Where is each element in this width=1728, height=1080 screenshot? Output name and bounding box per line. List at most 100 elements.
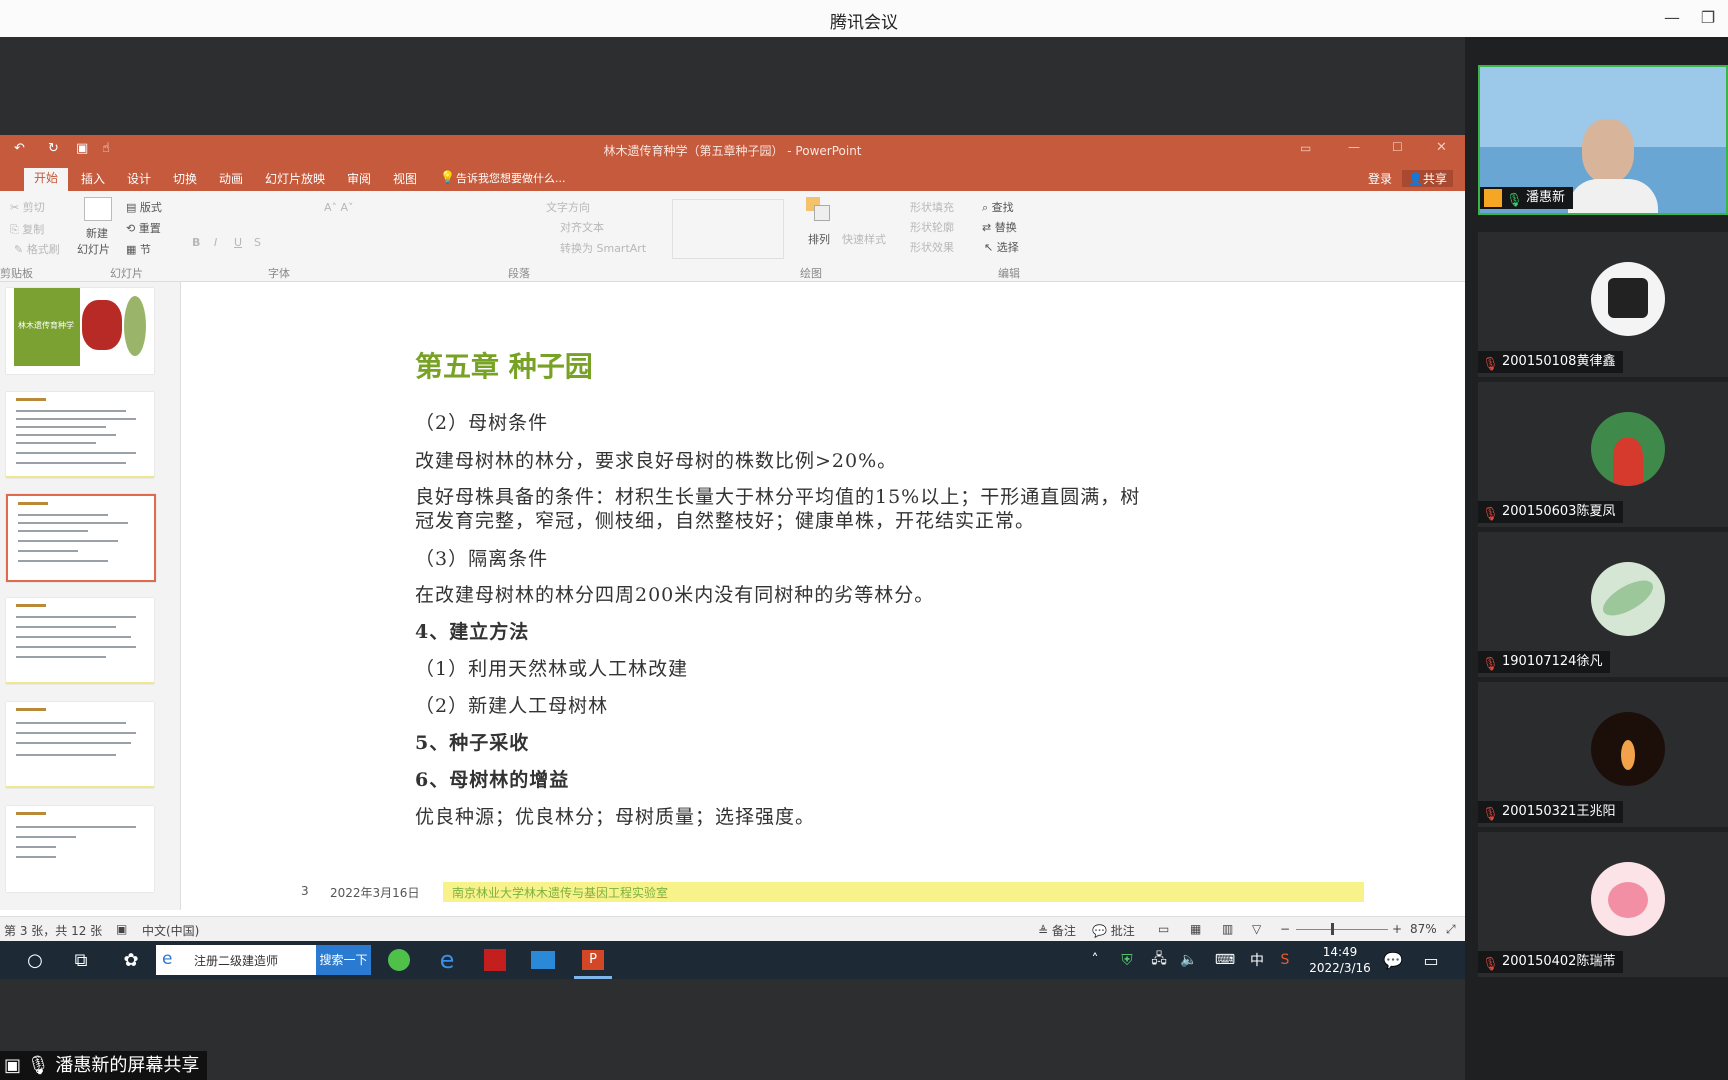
language[interactable]: 中文(中国): [142, 922, 199, 939]
find-button[interactable]: ⌕ 查找: [982, 199, 1014, 215]
normal-view-icon[interactable]: ▭: [1158, 922, 1169, 936]
taskbar-clock[interactable]: 14:49 2022/3/16: [1300, 944, 1380, 976]
360-browser-icon[interactable]: [382, 945, 416, 975]
notification-icon[interactable]: 💬: [1376, 945, 1410, 975]
vertical-scrollbar[interactable]: [1453, 275, 1465, 905]
sogou-ime-icon[interactable]: S: [1268, 945, 1302, 975]
tray-chevron-icon[interactable]: ˄: [1078, 945, 1112, 975]
acrobat-icon[interactable]: [478, 945, 512, 975]
participant-tile[interactable]: 🎙 190107124徐凡: [1478, 532, 1728, 677]
bold-icon[interactable]: B: [192, 236, 200, 249]
arrange-label[interactable]: 排列: [808, 231, 830, 247]
shape-outline-button[interactable]: 形状轮廓: [910, 219, 954, 235]
tab-review[interactable]: 审阅: [347, 170, 371, 187]
browser-search-input[interactable]: e 注册二级建造师: [156, 945, 316, 975]
participant-tile[interactable]: 🎙 200150321王兆阳: [1478, 682, 1728, 827]
slide-thumbnail-3-selected[interactable]: [6, 494, 156, 582]
tab-transitions[interactable]: 切换: [173, 170, 197, 187]
shadow-icon[interactable]: S: [254, 236, 261, 249]
copy-button[interactable]: ⎘ 复制: [10, 221, 44, 237]
layout-button[interactable]: ▤ 版式: [126, 199, 162, 215]
slide-thumbnail-4[interactable]: [6, 598, 154, 684]
tab-insert[interactable]: 插入: [81, 170, 105, 187]
participant-tile[interactable]: 🎙 200150603陈夏凤: [1478, 382, 1728, 527]
ribbon-display-icon[interactable]: ▭: [1300, 141, 1311, 155]
fit-window-icon[interactable]: ⤢: [1446, 922, 1456, 937]
ppt-close-icon[interactable]: ✕: [1436, 140, 1447, 155]
underline-icon[interactable]: U: [234, 236, 242, 249]
share-button[interactable]: 👤共享: [1402, 170, 1453, 187]
search-button[interactable]: 搜索一下: [316, 945, 371, 975]
slideshow-view-icon[interactable]: ▽: [1252, 922, 1261, 936]
zoom-out-icon[interactable]: −: [1280, 922, 1290, 936]
slide-thumbnail-1[interactable]: 林木遗传育种学: [6, 288, 154, 374]
text-direction-button[interactable]: 文字方向: [546, 199, 590, 215]
participant-tile[interactable]: 🎙 200150402陈瑞芾: [1478, 832, 1728, 977]
participant-tile[interactable]: 🎙 200150108黄律鑫: [1478, 232, 1728, 377]
tab-design[interactable]: 设计: [127, 170, 151, 187]
app-pinwheel-icon[interactable]: ✿: [114, 945, 148, 975]
slide-thumbnail-6[interactable]: [6, 806, 154, 892]
photos-icon[interactable]: [526, 945, 560, 975]
new-slide-label[interactable]: 新建: [86, 225, 108, 241]
thumb-line: [16, 732, 136, 734]
group-drawing: 绘图: [800, 267, 822, 280]
edge-icon[interactable]: e: [430, 945, 464, 975]
slide-thumbnail-2[interactable]: [6, 392, 154, 478]
shapes-gallery[interactable]: [672, 199, 784, 259]
cut-button[interactable]: ✂ 剪切: [10, 199, 45, 215]
keyboard-icon[interactable]: ⌨: [1208, 945, 1242, 975]
participant-name: 200150321王兆阳: [1502, 804, 1616, 819]
ppt-maximize-icon[interactable]: ☐: [1392, 140, 1403, 154]
share-owner-label: 潘惠新的屏幕共享: [55, 1055, 200, 1076]
tell-me-box[interactable]: 告诉我您想要做什么...: [456, 170, 566, 186]
thumb-line: [18, 522, 128, 524]
arrange-icon[interactable]: [806, 197, 832, 223]
task-view-icon[interactable]: ⧉: [64, 945, 98, 975]
zoom-level[interactable]: 87%: [1410, 922, 1437, 936]
slide-date: 2022年3月16日: [330, 886, 420, 900]
sorter-view-icon[interactable]: ▦: [1190, 922, 1201, 936]
quick-styles-label[interactable]: 快速样式: [842, 231, 886, 247]
avatar: [1591, 862, 1665, 936]
comments-button[interactable]: 💬 批注: [1092, 922, 1135, 939]
new-slide-icon[interactable]: [84, 197, 112, 221]
tab-animations[interactable]: 动画: [219, 170, 243, 187]
zoom-in-icon[interactable]: +: [1392, 922, 1402, 936]
shape-effect-button[interactable]: 形状效果: [910, 239, 954, 255]
zoom-slider-thumb[interactable]: [1331, 923, 1334, 935]
align-text-button[interactable]: 对齐文本: [560, 219, 604, 235]
security-shield-icon[interactable]: ⛨: [1110, 945, 1144, 975]
ppt-minimize-icon[interactable]: —: [1348, 140, 1360, 154]
tab-slideshow[interactable]: 幻灯片放映: [265, 170, 325, 187]
login-link[interactable]: 登录: [1368, 170, 1392, 187]
italic-icon[interactable]: I: [214, 236, 217, 249]
reset-button[interactable]: ⟲ 重置: [126, 220, 161, 236]
font-size-icon[interactable]: A˄ A˅: [324, 201, 354, 214]
slide-thumbnails-pane[interactable]: 林木遗传育种学: [0, 282, 181, 910]
thumb-heading: [16, 398, 46, 401]
tab-view[interactable]: 视图: [393, 170, 417, 187]
replace-button[interactable]: ⇄ 替换: [982, 219, 1017, 235]
cortana-icon[interactable]: ○: [18, 945, 52, 975]
reading-view-icon[interactable]: ▥: [1222, 922, 1233, 936]
spellcheck-icon[interactable]: ▣: [116, 922, 127, 936]
participant-video-tile-host[interactable]: 🎙 潘惠新: [1478, 65, 1728, 215]
minimize-button[interactable]: —: [1658, 6, 1686, 30]
network-icon[interactable]: 🖧: [1142, 945, 1176, 975]
notes-button[interactable]: ≜ 备注: [1038, 922, 1076, 939]
format-painter-button[interactable]: ✎ 格式刷: [14, 241, 60, 257]
select-button[interactable]: ↖ 选择: [984, 239, 1019, 255]
show-desktop-icon[interactable]: ▭: [1414, 945, 1448, 975]
volume-icon[interactable]: 🔈: [1172, 945, 1206, 975]
new-slide-label2[interactable]: 幻灯片: [77, 241, 110, 257]
powerpoint-taskbar-icon[interactable]: P: [576, 945, 610, 975]
thumb-line: [16, 452, 136, 454]
smartart-button[interactable]: 转换为 SmartArt: [560, 240, 646, 256]
shape-fill-button[interactable]: 形状填充: [910, 199, 954, 215]
tab-home[interactable]: 开始: [24, 168, 69, 191]
slide-thumbnail-5[interactable]: [6, 702, 154, 788]
restore-button[interactable]: ❐: [1694, 6, 1722, 30]
zoom-slider[interactable]: [1296, 929, 1388, 930]
section-button[interactable]: ▦ 节: [126, 241, 151, 257]
